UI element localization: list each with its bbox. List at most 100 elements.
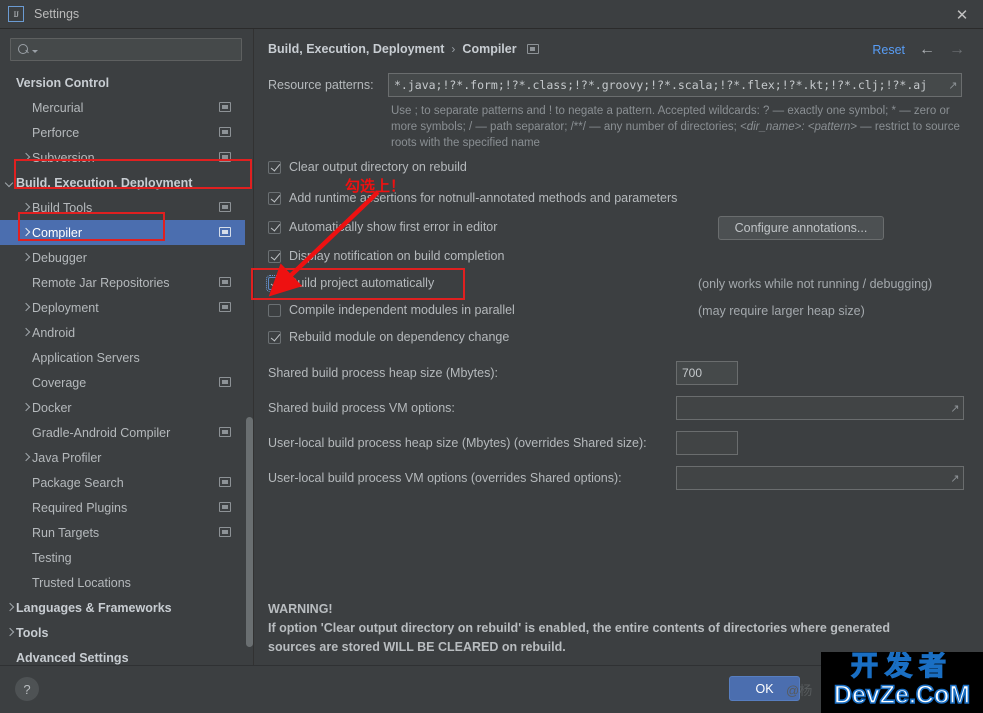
- sidebar-item-android[interactable]: Android: [0, 320, 245, 345]
- search-input[interactable]: [38, 41, 241, 58]
- hint-line-1: Use ; to separate patterns and ! to nega…: [391, 105, 937, 117]
- resource-patterns-hint: Use ; to separate patterns and ! to nega…: [391, 103, 969, 151]
- chevron-right-icon[interactable]: [20, 402, 32, 414]
- checkbox-input[interactable]: [268, 220, 281, 234]
- sidebar-item-trusted-locations[interactable]: Trusted Locations: [0, 570, 245, 595]
- checkbox-input[interactable]: [268, 303, 281, 317]
- checkbox-compile-independent-modules-in-parallel[interactable]: Compile independent modules in parallel: [268, 303, 515, 317]
- checkbox-input[interactable]: [266, 274, 283, 292]
- project-scope-icon[interactable]: [219, 477, 231, 487]
- project-scope-icon[interactable]: [219, 502, 231, 512]
- checkbox-build-project-automatically[interactable]: Build project automatically: [266, 274, 434, 292]
- project-scope-icon[interactable]: [219, 227, 231, 237]
- sidebar-item-build-tools[interactable]: Build Tools: [0, 195, 245, 220]
- sidebar-item-mercurial[interactable]: Mercurial: [0, 95, 245, 120]
- input-shared-build-process-heap-size-mbytes[interactable]: [677, 365, 737, 381]
- hint-line-2b: <dir_name>: <pattern>: [739, 121, 857, 133]
- project-scope-icon[interactable]: [526, 44, 539, 54]
- field-shared-build-process-heap-size-mbytes[interactable]: [676, 361, 738, 385]
- sidebar-item-label: Trusted Locations: [32, 575, 131, 590]
- project-scope-icon[interactable]: [219, 202, 231, 212]
- project-scope-icon[interactable]: [219, 377, 231, 387]
- title-bar: IJ Settings ✕: [0, 0, 983, 29]
- checkbox-clear-output-directory-on-rebuild[interactable]: Clear output directory on rebuild: [268, 160, 467, 174]
- expand-editor-icon[interactable]: ↗: [947, 402, 963, 415]
- project-scope-icon[interactable]: [219, 127, 231, 137]
- reset-link[interactable]: Reset: [872, 43, 905, 57]
- close-icon[interactable]: ✕: [951, 6, 973, 24]
- field-user-local-build-process-heap-size-mbytes-overrides-[interactable]: [676, 431, 738, 455]
- input-shared-build-process-vm-options[interactable]: [677, 400, 947, 416]
- project-scope-icon[interactable]: [219, 302, 231, 312]
- chevron-right-icon[interactable]: [20, 202, 32, 214]
- resource-patterns-input[interactable]: [389, 77, 945, 93]
- input-user-local-build-process-vm-options-overrides-shared[interactable]: [677, 470, 947, 486]
- sidebar-item-gradle-android-compiler[interactable]: Gradle-Android Compiler: [0, 420, 245, 445]
- sidebar-item-java-profiler[interactable]: Java Profiler: [0, 445, 245, 470]
- input-user-local-build-process-heap-size-mbytes-overrides-[interactable]: [677, 435, 737, 451]
- chevron-right-icon[interactable]: [20, 452, 32, 464]
- checkbox-add-runtime-assertions-for-notnull-annotated-methods-and-parameters[interactable]: Add runtime assertions for notnull-annot…: [268, 191, 677, 205]
- sidebar-item-debugger[interactable]: Debugger: [0, 245, 245, 270]
- sidebar-item-coverage[interactable]: Coverage: [0, 370, 245, 395]
- project-scope-icon[interactable]: [219, 277, 231, 287]
- resource-patterns-field[interactable]: ↗: [388, 73, 962, 97]
- chevron-right-icon[interactable]: [20, 302, 32, 314]
- sidebar-item-docker[interactable]: Docker: [0, 395, 245, 420]
- checkbox-input[interactable]: [268, 160, 281, 174]
- configure-annotations-button[interactable]: Configure annotations...: [718, 216, 884, 240]
- sidebar-item-languages-frameworks[interactable]: Languages & Frameworks: [0, 595, 245, 620]
- sidebar-item-label: Languages & Frameworks: [16, 600, 172, 615]
- sidebar-item-label: Gradle-Android Compiler: [32, 425, 171, 440]
- sidebar-item-build-execution-deployment[interactable]: Build, Execution, Deployment: [0, 170, 245, 195]
- checkbox-rebuild-module-on-dependency-change[interactable]: Rebuild module on dependency change: [268, 330, 509, 344]
- sidebar-item-deployment[interactable]: Deployment: [0, 295, 245, 320]
- sidebar-item-required-plugins[interactable]: Required Plugins: [0, 495, 245, 520]
- settings-tree[interactable]: Version Control Mercurial Perforce Subversi…: [0, 70, 245, 665]
- expand-editor-icon[interactable]: ↗: [947, 472, 963, 485]
- chevron-right-icon[interactable]: [20, 252, 32, 264]
- sidebar-item-run-targets[interactable]: Run Targets: [0, 520, 245, 545]
- nav-back-icon[interactable]: ←: [917, 41, 937, 59]
- sidebar-item-package-search[interactable]: Package Search: [0, 470, 245, 495]
- breadcrumb-root[interactable]: Build, Execution, Deployment: [268, 42, 444, 56]
- sidebar-item-perforce[interactable]: Perforce: [0, 120, 245, 145]
- sidebar-item-remote-jar-repositories[interactable]: Remote Jar Repositories: [0, 270, 245, 295]
- checkbox-input[interactable]: [268, 249, 281, 263]
- checkbox-input[interactable]: [268, 191, 281, 205]
- sidebar-item-compiler[interactable]: Compiler: [0, 220, 245, 245]
- project-scope-icon[interactable]: [219, 527, 231, 537]
- field-shared-build-process-vm-options[interactable]: ↗: [676, 396, 964, 420]
- sidebar-item-testing[interactable]: Testing: [0, 545, 245, 570]
- checkbox-display-notification-on-build-completion[interactable]: Display notification on build completion: [268, 249, 504, 263]
- help-button[interactable]: ?: [15, 677, 39, 701]
- chevron-down-icon[interactable]: [4, 177, 16, 189]
- sidebar-search-box[interactable]: [10, 38, 242, 61]
- sidebar-item-tools[interactable]: Tools: [0, 620, 245, 645]
- chevron-right-icon[interactable]: [20, 227, 32, 239]
- field-user-local-build-process-vm-options-overrides-shared[interactable]: ↗: [676, 466, 964, 490]
- sidebar-item-label: Version Control: [16, 75, 110, 90]
- chevron-right-icon[interactable]: [20, 152, 32, 164]
- chevron-right-icon[interactable]: [20, 327, 32, 339]
- nav-forward-icon[interactable]: →: [947, 41, 967, 59]
- sidebar-item-label: Java Profiler: [32, 450, 102, 465]
- sidebar-scrollbar-thumb[interactable]: [246, 417, 253, 647]
- checkbox-automatically-show-first-error-in-editor[interactable]: Automatically show first error in editor: [268, 220, 497, 234]
- project-scope-icon[interactable]: [219, 102, 231, 112]
- checkbox-input[interactable]: [268, 330, 281, 344]
- sidebar-item-advanced-settings[interactable]: Advanced Settings: [0, 645, 245, 665]
- project-scope-icon[interactable]: [219, 427, 231, 437]
- sidebar-item-version-control[interactable]: Version Control: [0, 70, 245, 95]
- chevron-right-icon[interactable]: [4, 627, 16, 639]
- sidebar-item-subversion[interactable]: Subversion: [0, 145, 245, 170]
- sidebar-item-application-servers[interactable]: Application Servers: [0, 345, 245, 370]
- project-scope-icon[interactable]: [219, 152, 231, 162]
- sidebar-item-label: Package Search: [32, 475, 124, 490]
- checkbox-label: Clear output directory on rebuild: [289, 160, 467, 174]
- chevron-right-icon[interactable]: [4, 602, 16, 614]
- expand-editor-icon[interactable]: ↗: [945, 79, 961, 92]
